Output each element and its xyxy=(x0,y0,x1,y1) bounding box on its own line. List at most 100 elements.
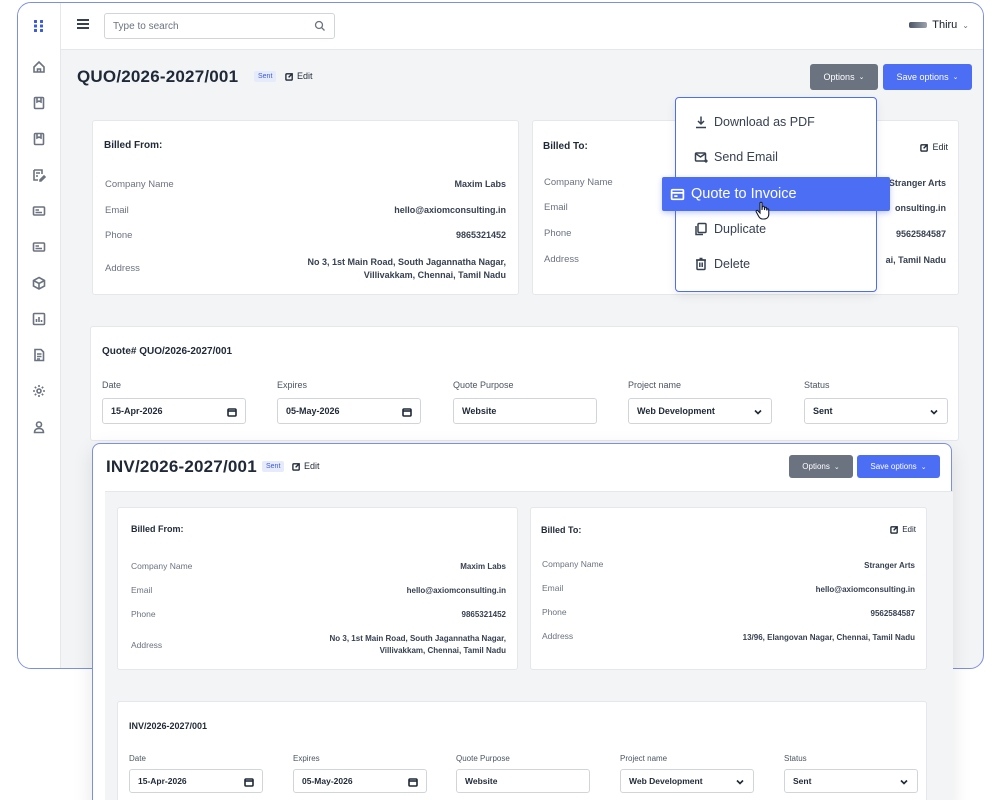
card-heading: Quote# QUO/2026-2027/001 xyxy=(102,346,233,357)
field-value: Villivakkam, Chennai, Tamil Nadu xyxy=(363,270,506,280)
field-value: No 3, 1st Main Road, South Jagannatha Na… xyxy=(329,634,506,643)
status-select[interactable]: Sent xyxy=(784,769,918,793)
card-icon[interactable] xyxy=(30,238,48,256)
edit-label: Edit xyxy=(304,461,320,471)
document-icon[interactable] xyxy=(30,346,48,364)
field-value: hello@axiomconsulting.in xyxy=(815,585,915,594)
field-value: 9562584587 xyxy=(870,609,916,618)
field-value: hello@axiomconsulting.in xyxy=(394,205,506,215)
status-badge: Sent xyxy=(262,461,285,472)
edit-document-icon[interactable] xyxy=(30,166,48,184)
field-value: 9865321452 xyxy=(455,230,506,240)
options-button[interactable]: Options ⌄ xyxy=(789,455,853,478)
project-name-select[interactable]: Web Development xyxy=(628,398,772,424)
card-icon[interactable] xyxy=(30,202,48,220)
options-label: Options xyxy=(823,72,855,82)
edit-billed-to-button[interactable]: Edit xyxy=(890,525,916,534)
menu-item-label: Download as PDF xyxy=(714,115,815,129)
save-options-button[interactable]: Save options ⌄ xyxy=(883,64,972,90)
home-icon[interactable] xyxy=(30,58,48,76)
expires-input[interactable]: 05-May-2026 xyxy=(277,398,421,424)
card-heading: INV/2026-2027/001 xyxy=(129,721,208,731)
date-input[interactable]: 15-Apr-2026 xyxy=(129,769,263,793)
date-value: 15-Apr-2026 xyxy=(111,406,163,416)
field-value: Stranger Arts xyxy=(888,178,946,188)
field-label: Company Name xyxy=(105,179,174,190)
quote-purpose-input[interactable]: Website xyxy=(456,769,590,793)
field-label: Expires xyxy=(277,380,308,390)
field-value: 9562584587 xyxy=(895,229,946,239)
menu-toggle-icon[interactable] xyxy=(77,19,89,29)
chevron-down-icon xyxy=(753,407,763,417)
menu-item-send-email[interactable]: Send Email xyxy=(694,150,778,164)
app-logo-icon[interactable] xyxy=(30,17,48,35)
edit-icon xyxy=(292,462,301,471)
page-title: QUO/2026-2027/001 xyxy=(77,67,239,86)
status-select[interactable]: Sent xyxy=(804,398,948,424)
chart-icon[interactable] xyxy=(30,310,48,328)
calendar-icon[interactable] xyxy=(227,407,237,417)
field-label: Status xyxy=(784,754,807,763)
date-value: 15-Apr-2026 xyxy=(138,776,187,786)
hand-pointer-icon xyxy=(755,201,770,220)
quote-purpose-input[interactable]: Website xyxy=(453,398,597,424)
options-button[interactable]: Options ⌄ xyxy=(810,64,878,90)
field-label: Quote Purpose xyxy=(456,754,510,763)
field-label: Company Name xyxy=(544,177,613,188)
mail-send-icon xyxy=(694,152,708,164)
field-label: Expires xyxy=(293,754,320,763)
invoice-preview-window: INV/2026-2027/001 Sent Edit Options ⌄ Sa… xyxy=(92,443,953,800)
menu-item-label: Quote to Invoice xyxy=(691,186,797,202)
edit-label: Edit xyxy=(902,525,916,534)
save-options-button[interactable]: Save options ⌄ xyxy=(857,455,940,478)
field-value: 9865321452 xyxy=(461,610,507,619)
menu-item-delete[interactable]: Delete xyxy=(694,257,750,271)
edit-billed-to-button[interactable]: Edit xyxy=(920,142,948,152)
bookmark-icon[interactable] xyxy=(30,94,48,112)
field-label: Phone xyxy=(105,230,133,241)
calendar-icon[interactable] xyxy=(408,777,418,787)
field-value: Villivakkam, Chennai, Tamil Nadu xyxy=(379,646,506,655)
search-input[interactable] xyxy=(113,21,308,32)
project-name-value: Web Development xyxy=(629,776,703,786)
user-icon[interactable] xyxy=(30,418,48,436)
edit-title-button[interactable]: Edit xyxy=(285,71,313,81)
calendar-icon[interactable] xyxy=(244,777,254,787)
menu-item-duplicate[interactable]: Duplicate xyxy=(694,222,766,236)
expires-value: 05-May-2026 xyxy=(302,776,353,786)
field-label: Company Name xyxy=(131,561,193,571)
billed-from-card: Billed From: Company Name Maxim Labs Ema… xyxy=(117,507,518,670)
menu-item-quote-to-invoice[interactable]: Quote to Invoice xyxy=(662,177,890,211)
menu-item-label: Duplicate xyxy=(714,222,767,236)
field-label: Address xyxy=(131,640,163,650)
chevron-down-icon: ⌄ xyxy=(858,74,865,81)
field-label: Quote Purpose xyxy=(453,380,514,390)
date-input[interactable]: 15-Apr-2026 xyxy=(102,398,246,424)
calendar-icon[interactable] xyxy=(402,407,412,417)
invoice-title: INV/2026-2027/001 xyxy=(106,457,257,476)
bookmark-icon[interactable] xyxy=(30,130,48,148)
field-label: Project name xyxy=(628,380,682,390)
edit-icon xyxy=(920,143,929,152)
status-value: Sent xyxy=(793,776,812,786)
search-field[interactable] xyxy=(104,13,335,39)
expires-input[interactable]: 05-May-2026 xyxy=(293,769,427,793)
project-name-select[interactable]: Web Development xyxy=(620,769,754,793)
billed-from-card: Billed From: Company Name Maxim Labs Ema… xyxy=(92,120,519,295)
copy-icon xyxy=(695,222,707,236)
quote-details-card: Quote# QUO/2026-2027/001 Date 15-Apr-202… xyxy=(90,326,959,441)
field-label: Status xyxy=(804,380,830,390)
avatar xyxy=(909,22,928,28)
field-label: Phone xyxy=(131,609,156,619)
gear-icon[interactable] xyxy=(30,382,48,400)
field-label: Project name xyxy=(620,754,668,763)
options-label: Options xyxy=(802,462,830,471)
search-icon[interactable] xyxy=(314,20,326,32)
user-menu[interactable]: Thiru ⌄ xyxy=(909,19,969,31)
box-icon[interactable] xyxy=(30,274,48,292)
field-value: onsulting.in xyxy=(895,203,946,213)
menu-item-download-pdf[interactable]: Download as PDF xyxy=(694,115,815,129)
field-value: No 3, 1st Main Road, South Jagannatha Na… xyxy=(307,257,506,267)
edit-title-button[interactable]: Edit xyxy=(292,461,320,471)
field-label: Date xyxy=(102,380,122,390)
